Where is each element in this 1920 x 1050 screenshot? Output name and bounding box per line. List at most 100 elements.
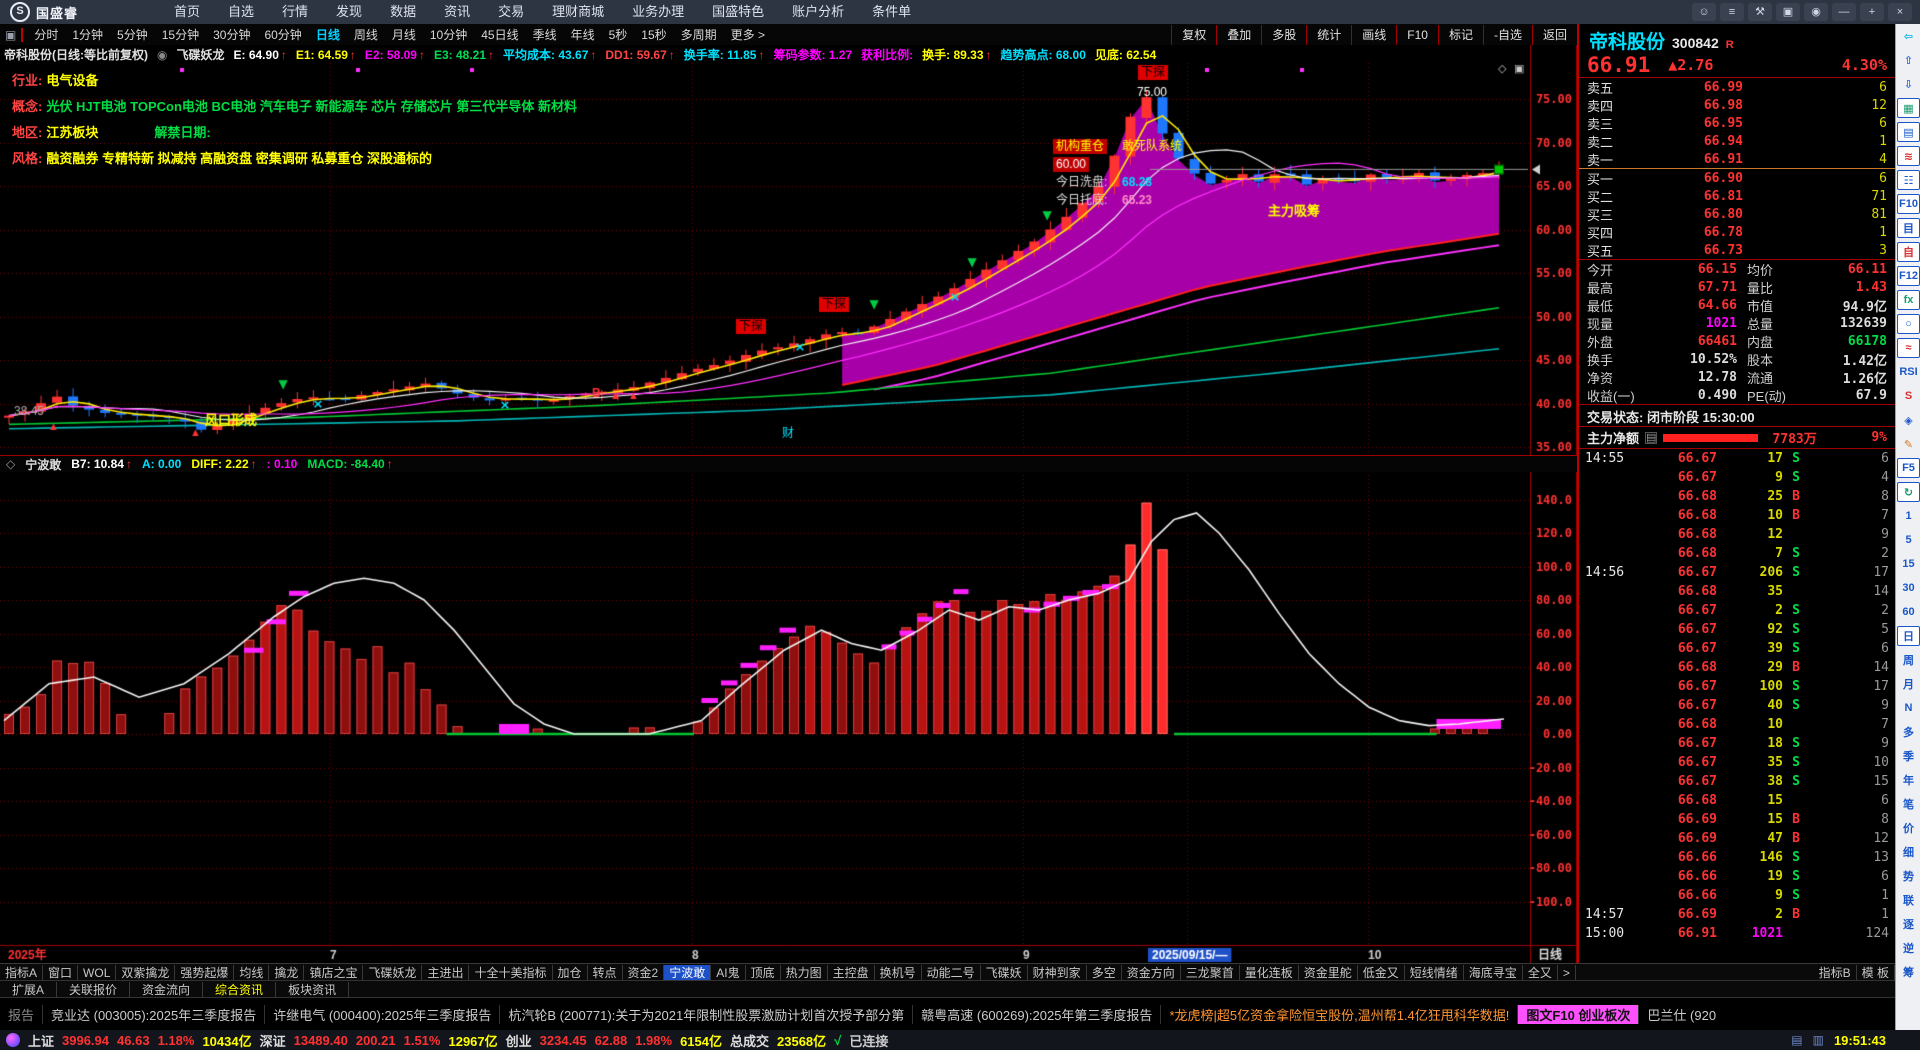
tool-统计[interactable]: 统计 [1306, 24, 1351, 45]
tool--自选[interactable]: -自选 [1482, 24, 1532, 45]
period-tab-年线[interactable]: 年线 [564, 25, 602, 45]
strip-icon-15[interactable]: S [1898, 384, 1919, 408]
indicator-tab-镇店之宝[interactable]: 镇店之宝 [304, 964, 364, 981]
news-item-7[interactable]: 图文F10 创业板次 [1517, 1005, 1639, 1024]
tick-row[interactable]: 14:56 66.67 206 S 17 [1579, 563, 1895, 582]
ext-tab-关联报价[interactable]: 关联报价 [57, 981, 131, 998]
tool-标记[interactable]: 标记 [1437, 24, 1483, 45]
period-tab-周线[interactable]: 周线 [347, 25, 385, 45]
indicator-tab-换机号[interactable]: 换机号 [875, 964, 922, 981]
tool-复权[interactable]: 复权 [1171, 24, 1216, 45]
strip-icon-1[interactable]: ⇧ [1898, 48, 1919, 72]
strip-icon-20[interactable]: 1 [1898, 504, 1919, 528]
main-flow-row[interactable]: 主力净额 ▤ 7783万 9% [1579, 427, 1895, 448]
menu-item-6[interactable]: 资讯 [430, 0, 484, 24]
period-tab-多周期[interactable]: 多周期 [674, 25, 724, 45]
strip-icon-0[interactable]: ⇦ [1898, 24, 1919, 48]
tick-row[interactable]: 66.67 40 S 9 [1579, 696, 1895, 715]
bid-row-2[interactable]: 买二 66.81 71 [1579, 187, 1895, 205]
period-tab-60分钟[interactable]: 60分钟 [257, 25, 308, 45]
strip-icon-6[interactable]: ☷ [1897, 170, 1920, 190]
market-icon[interactable] [6, 1033, 20, 1047]
indicator-pane-header[interactable]: ◇ 宁波敢 B7: 10.84 ↑ A: 0.00 DIFF: 2.22 ↑: 0.10 MA… [0, 455, 1577, 472]
news-item-4[interactable]: 杭汽轮B (200771):关于为2021年限制性股票激励计划首次授予部分第 [499, 1005, 912, 1024]
tick-row[interactable]: 66.66 19 S 6 [1579, 867, 1895, 886]
tick-row[interactable]: 66.69 47 B 12 [1579, 829, 1895, 848]
menu-item-4[interactable]: 发现 [322, 0, 376, 24]
period-tab-分时[interactable]: 分时 [27, 25, 65, 45]
strip-icon-13[interactable]: ≈ [1897, 338, 1920, 358]
tick-row[interactable]: 14:55 66.67 17 S 6 [1579, 449, 1895, 468]
strip-icon-25[interactable]: 日 [1897, 626, 1920, 646]
tick-row[interactable]: 66.67 38 S 15 [1579, 772, 1895, 791]
period-tab-5分钟[interactable]: 5分钟 [110, 25, 155, 45]
strip-icon-31[interactable]: 年 [1898, 768, 1919, 792]
ask-row-4[interactable]: 卖四 66.98 12 [1579, 96, 1895, 114]
indicator-tab-强势起爆[interactable]: 强势起爆 [175, 964, 235, 981]
tick-row[interactable]: 66.68 7 S 2 [1579, 544, 1895, 563]
tool-F10[interactable]: F10 [1396, 24, 1438, 45]
period-tab-日线[interactable]: 日线 [309, 25, 347, 45]
menu-item-8[interactable]: 理财商城 [538, 0, 618, 24]
menu-item-12[interactable]: 条件单 [858, 0, 925, 24]
indicator-tab-加仓[interactable]: 加仓 [553, 964, 588, 981]
close-icon[interactable]: × [1888, 3, 1912, 21]
indicator-tab-资金里舵[interactable]: 资金里舵 [1299, 964, 1358, 981]
indicator-tab-动能二号[interactable]: 动能二号 [922, 964, 981, 981]
strip-icon-30[interactable]: 季 [1898, 744, 1919, 768]
indicator-tab-财神到家[interactable]: 财神到家 [1028, 964, 1087, 981]
news-item-2[interactable]: 竞业达 (003005):2025年三季度报告 [42, 1005, 264, 1024]
news-item-3[interactable]: 许继电气 (000400):2025年三季度报告 [264, 1005, 499, 1024]
indicator-tab-指标B[interactable]: 指标B [1814, 964, 1857, 981]
strip-icon-33[interactable]: 价 [1898, 816, 1919, 840]
menu-item-11[interactable]: 账户分析 [778, 0, 858, 24]
tick-row[interactable]: 66.67 18 S 9 [1579, 734, 1895, 753]
period-tab-月线[interactable]: 月线 [385, 25, 423, 45]
news-item-5[interactable]: 赣粤高速 (600269):2025年第三季度报告 [912, 1005, 1160, 1024]
strip-icon-34[interactable]: 细 [1898, 840, 1919, 864]
strip-icon-36[interactable]: 联 [1898, 888, 1919, 912]
monitor-icon[interactable]: ▣ [1776, 3, 1800, 21]
bid-row-4[interactable]: 买四 66.78 1 [1579, 223, 1895, 241]
period-tab-15分钟[interactable]: 15分钟 [155, 25, 206, 45]
ext-tab-扩展A[interactable]: 扩展A [0, 981, 58, 998]
indicator-tab-全又[interactable]: 全又 [1523, 964, 1558, 981]
tick-row[interactable]: 66.67 9 S 4 [1579, 468, 1895, 487]
indicator-tab-资金方向[interactable]: 资金方向 [1122, 964, 1181, 981]
tick-row[interactable]: 66.68 25 B 8 [1579, 487, 1895, 506]
strip-icon-3[interactable]: ▦ [1897, 98, 1920, 118]
period-tab-1分钟[interactable]: 1分钟 [65, 25, 110, 45]
tool-叠加[interactable]: 叠加 [1216, 24, 1261, 45]
strip-icon-11[interactable]: fx [1897, 290, 1920, 310]
period-tab-5秒[interactable]: 5秒 [602, 25, 635, 45]
strip-icon-16[interactable]: ◈ [1898, 408, 1919, 432]
strip-icon-23[interactable]: 30 [1898, 576, 1919, 600]
ext-tab-板块资讯[interactable]: 板块资讯 [276, 981, 350, 998]
strip-icon-5[interactable]: ≋ [1897, 146, 1920, 166]
indicator-tab-低金又[interactable]: 低金又 [1358, 964, 1405, 981]
news-item-1[interactable]: 报告 [0, 1005, 42, 1024]
indicator-tab-模 板[interactable]: 模 板 [1857, 964, 1895, 981]
menu-item-9[interactable]: 业务办理 [618, 0, 698, 24]
tick-row[interactable]: 66.68 15 6 [1579, 791, 1895, 810]
strip-icon-12[interactable]: ○ [1897, 314, 1920, 334]
maximize-icon[interactable]: + [1860, 3, 1884, 21]
tick-row[interactable]: 66.67 2 S 2 [1579, 601, 1895, 620]
tick-row[interactable]: 66.69 15 B 8 [1579, 810, 1895, 829]
strip-icon-29[interactable]: 多 [1898, 720, 1919, 744]
indicator-tab-热力图[interactable]: 热力图 [781, 964, 828, 981]
bid-row-3[interactable]: 买三 66.80 81 [1579, 205, 1895, 223]
tick-row[interactable]: 66.66 146 S 13 [1579, 848, 1895, 867]
tick-row[interactable]: 66.68 10 7 [1579, 715, 1895, 734]
indicator-tab-十全十美指标[interactable]: 十全十美指标 [469, 964, 553, 981]
news-item-6[interactable]: *龙虎榜|超5亿资金拿险恒宝股份,温州帮1.4亿狂甩科华数据! [1160, 1005, 1517, 1024]
indicator-tab-双紫擒龙[interactable]: 双紫擒龙 [116, 964, 176, 981]
period-tab-30分钟[interactable]: 30分钟 [206, 25, 257, 45]
indicator-tab-短线情绪[interactable]: 短线情绪 [1405, 964, 1464, 981]
indicator-tab-主控盘[interactable]: 主控盘 [828, 964, 875, 981]
period-tab-更多 >[interactable]: 更多 > [724, 25, 772, 45]
minimize-icon[interactable]: — [1832, 3, 1856, 21]
main-chart-canvas[interactable] [0, 45, 1577, 963]
menu-item-1[interactable]: 首页 [160, 0, 214, 24]
strip-icon-7[interactable]: F10 [1897, 194, 1920, 214]
